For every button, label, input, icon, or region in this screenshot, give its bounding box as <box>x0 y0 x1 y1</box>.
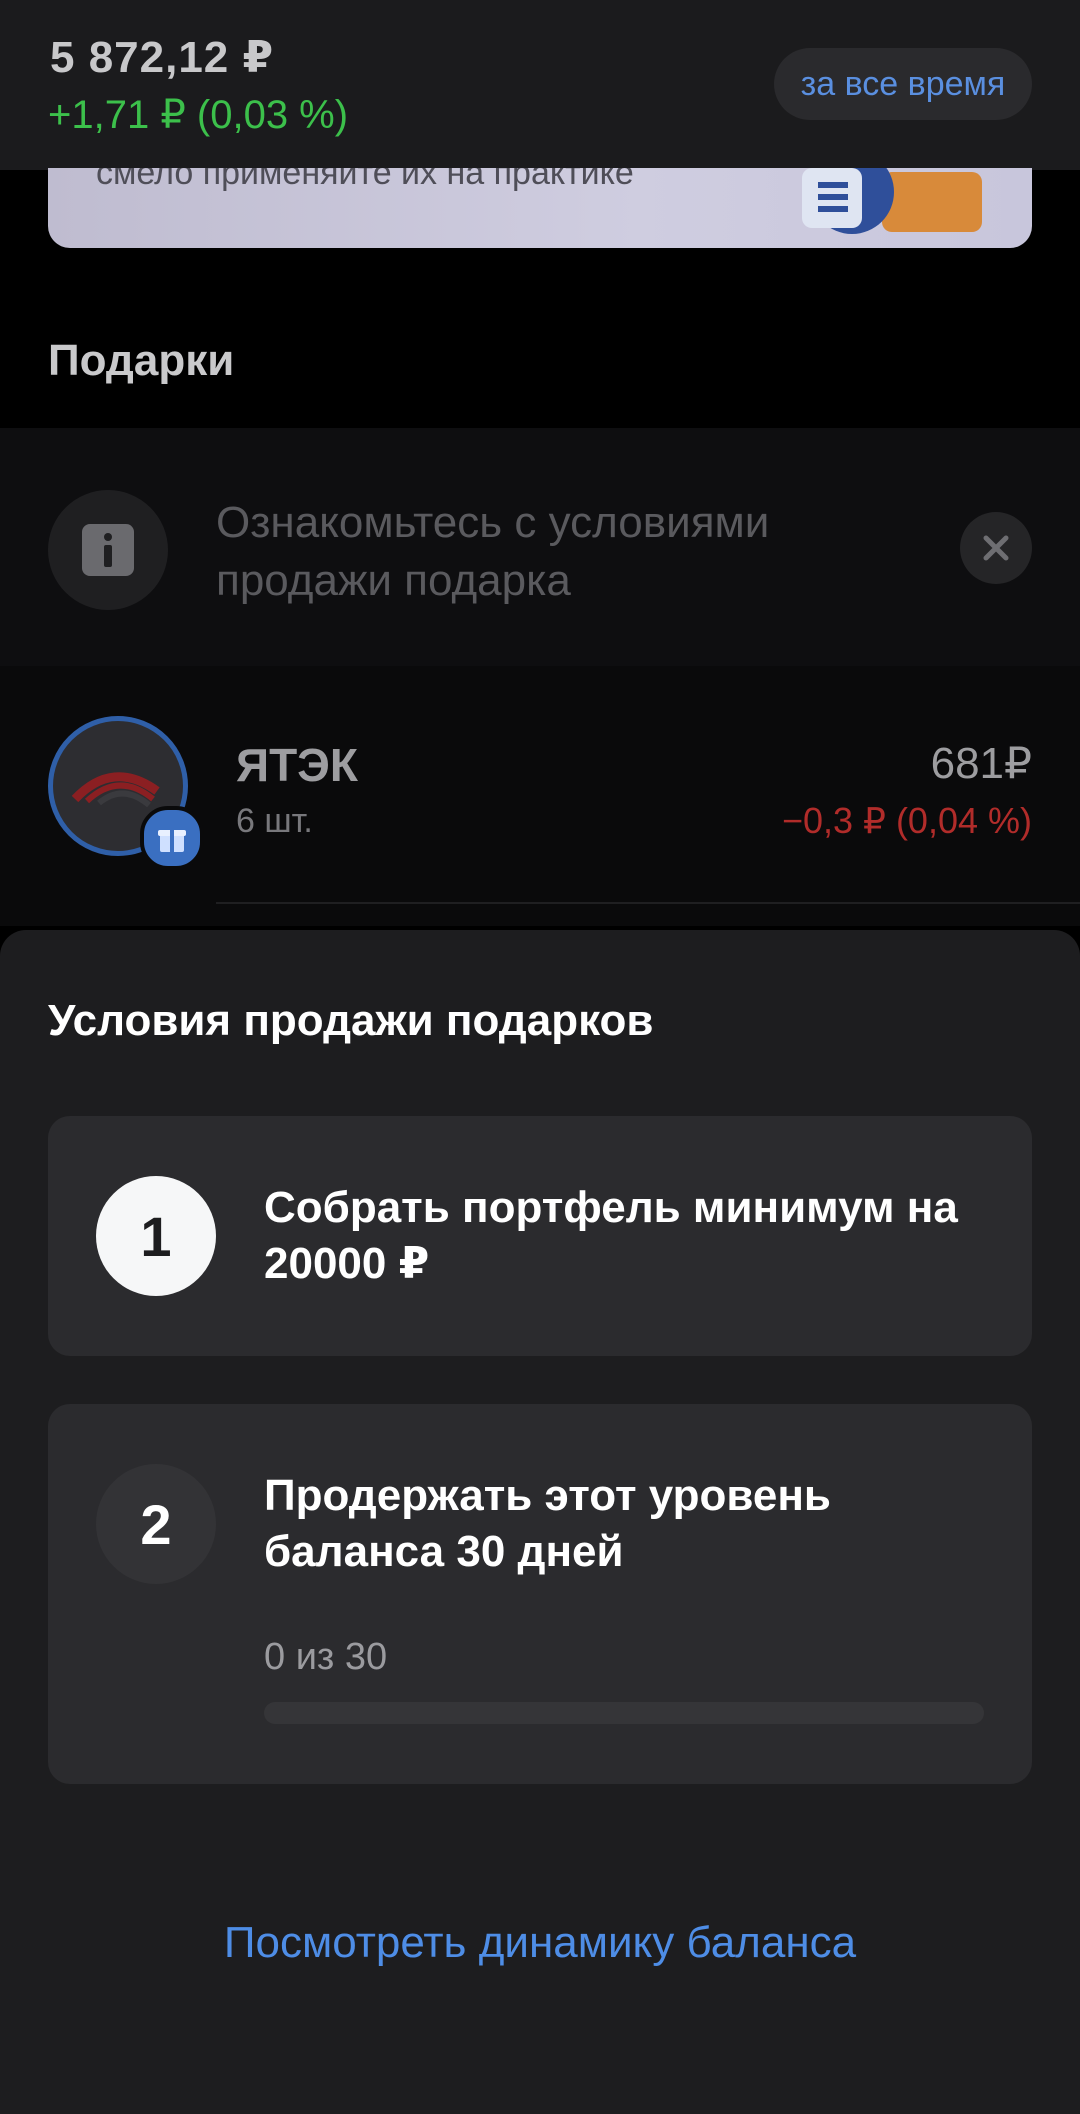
gift-sale-conditions-sheet: Условия продажи подарков 1 Собрать портф… <box>0 930 1080 2114</box>
dismiss-info-button[interactable] <box>960 512 1032 584</box>
condition-card-2: 2 Продержать этот уровень баланса 30 дне… <box>48 1404 1032 1784</box>
divider <box>216 902 1080 904</box>
gifts-section-title: Подарки <box>48 336 235 385</box>
condition-text-2: Продержать этот уровень баланса 30 дней <box>264 1471 831 1576</box>
stock-name: ЯТЭК <box>236 739 358 791</box>
condition-card-1: 1 Собрать портфель минимум на 20000 ₽ <box>48 1116 1032 1356</box>
sheet-title: Условия продажи подарков <box>48 996 654 1045</box>
progress-label: 0 из 30 <box>264 1636 388 1678</box>
portfolio-delta: +1,71 ₽ (0,03 %) <box>48 93 349 137</box>
condition-text-1: Собрать портфель минимум на 20000 ₽ <box>264 1183 958 1288</box>
stock-quantity: 6 шт. <box>236 802 313 840</box>
gift-badge <box>140 806 204 870</box>
promo-text: смело применяйте их на практике <box>96 168 634 192</box>
info-icon-container <box>48 490 168 610</box>
step-number-2: 2 <box>96 1464 216 1584</box>
promo-banner[interactable]: смело применяйте их на практике <box>48 168 1032 248</box>
view-balance-dynamics-link[interactable]: Посмотреть динамику баланса <box>0 1918 1080 1968</box>
portfolio-balance: 5 872,12 ₽ <box>50 33 275 82</box>
close-icon <box>983 535 1009 561</box>
stock-price: 681₽ <box>930 739 1032 788</box>
info-icon <box>82 524 134 576</box>
gift-icon <box>158 830 186 852</box>
step-number-1: 1 <box>96 1176 216 1296</box>
period-selector-button[interactable]: за все время <box>774 48 1032 120</box>
progress-bar <box>264 1702 984 1724</box>
promo-illustration-icon <box>802 168 982 234</box>
gift-info-text: Ознакомьтесь с условиями продажи подарка <box>216 498 770 605</box>
stock-change: −0,3 ₽ (0,04 %) <box>781 800 1032 841</box>
